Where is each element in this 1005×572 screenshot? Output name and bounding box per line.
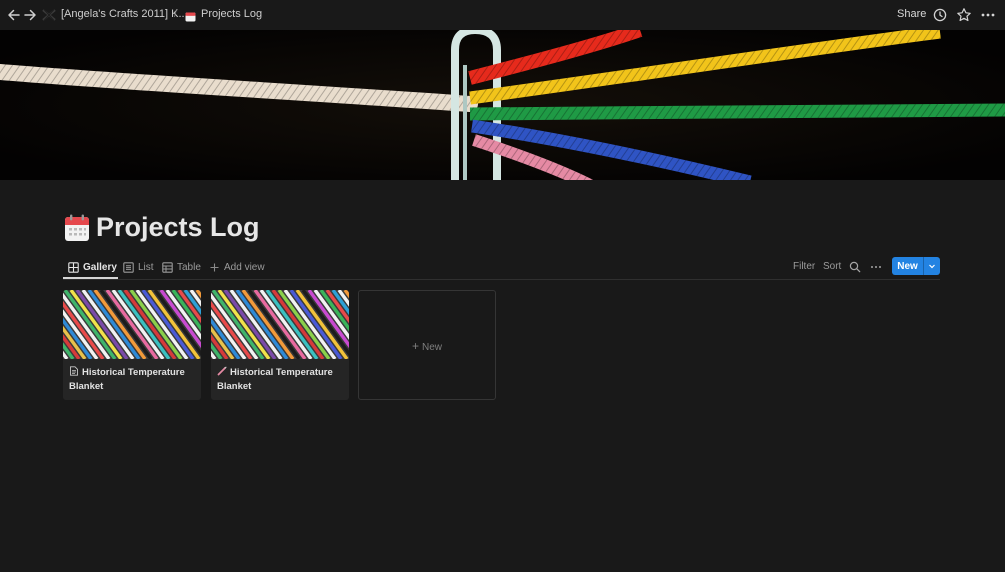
sort-button[interactable]: Sort — [823, 261, 841, 272]
plus-icon — [209, 262, 220, 273]
add-view-button[interactable]: Add view — [209, 258, 265, 276]
calendar-icon[interactable] — [64, 214, 90, 242]
new-button-label: New — [897, 260, 918, 272]
more-icon[interactable] — [980, 7, 996, 23]
plus-icon: + — [411, 339, 419, 353]
breadcrumb-separator: / — [174, 8, 178, 20]
card-cover-image — [63, 290, 201, 359]
new-card-button[interactable]: + New — [358, 290, 496, 400]
calendar-icon — [185, 9, 196, 22]
share-button[interactable]: Share — [897, 8, 926, 20]
tab-label: List — [138, 261, 154, 273]
breadcrumb-page[interactable]: Projects Log — [201, 8, 262, 20]
list-icon — [123, 261, 134, 273]
gallery-card[interactable]: Historical Temperature Blanket — [63, 290, 201, 400]
new-card-label: New — [422, 342, 443, 353]
tab-gallery[interactable]: Gallery — [68, 258, 117, 276]
card-title-text: Historical Temperature Blanket — [69, 367, 185, 392]
back-arrow-icon[interactable] — [6, 7, 22, 23]
page-icon — [69, 366, 79, 376]
card-title-text: Historical Temperature Blanket — [217, 367, 333, 392]
star-icon[interactable] — [956, 7, 972, 23]
cover-image — [0, 30, 1005, 180]
workspace-icon[interactable] — [42, 8, 56, 22]
crochet-hook-icon — [217, 366, 227, 376]
table-icon — [162, 261, 173, 273]
tab-label: Table — [177, 261, 201, 273]
tab-label: Gallery — [83, 261, 117, 273]
filter-button[interactable]: Filter — [793, 261, 815, 272]
tab-list[interactable]: List — [123, 258, 154, 276]
top-bar: [Angela's Crafts 2011] K... / Projects L… — [0, 0, 1005, 30]
card-title: Historical Temperature Blanket — [69, 366, 197, 394]
tab-table[interactable]: Table — [162, 258, 201, 276]
clock-icon[interactable] — [932, 7, 948, 23]
search-icon[interactable] — [849, 260, 861, 273]
gallery-icon — [68, 261, 79, 273]
breadcrumb-workspace[interactable]: [Angela's Crafts 2011] K... — [61, 8, 188, 20]
add-view-label: Add view — [224, 261, 265, 273]
chevron-down-icon[interactable] — [924, 257, 940, 275]
forward-arrow-icon[interactable] — [22, 7, 38, 23]
card-title: Historical Temperature Blanket — [217, 366, 345, 394]
more-options-icon[interactable] — [870, 260, 882, 272]
page-title[interactable]: Projects Log — [96, 212, 260, 243]
gallery-card[interactable]: Historical Temperature Blanket — [211, 290, 349, 400]
new-button[interactable]: New — [892, 257, 940, 275]
view-divider — [63, 279, 940, 280]
card-cover-image — [211, 290, 349, 359]
